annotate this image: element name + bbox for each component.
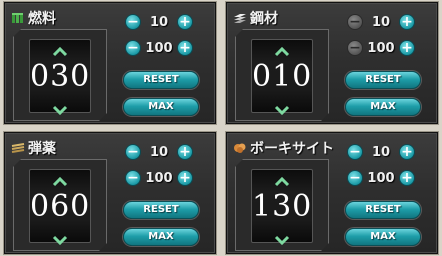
counter-value: 130 (252, 189, 313, 224)
step-row-100: − 100 + (125, 39, 193, 57)
minus-10-button[interactable]: − (125, 144, 141, 160)
minus-icon: − (349, 40, 361, 56)
minus-icon: − (349, 144, 361, 160)
minus-icon: − (349, 170, 361, 186)
minus-10-button[interactable]: − (347, 14, 363, 30)
bauxite-icon (233, 142, 247, 154)
plus-icon: + (401, 144, 413, 160)
plus-10-button[interactable]: + (177, 144, 193, 160)
fuel-icon (11, 12, 25, 24)
panel-title-text: ボーキサイト (250, 141, 334, 157)
panel-bauxite: ボーキサイト 130 − 10 + − 100 + RESET MAX (226, 132, 438, 254)
step-row-10: − 10 + (347, 13, 415, 31)
panel-ammo: 弾薬 060 − 10 + − 100 + RESET MAX (4, 132, 216, 254)
plus-100-button[interactable]: + (399, 170, 415, 186)
counter-value: 060 (30, 189, 91, 224)
plus-10-button[interactable]: + (399, 144, 415, 160)
step-row-10: − 10 + (125, 143, 193, 161)
minus-100-button[interactable]: − (125, 40, 141, 56)
plus-icon: + (401, 14, 413, 30)
minus-icon: − (127, 14, 139, 30)
plus-10-button[interactable]: + (399, 14, 415, 30)
step-label: 10 (371, 144, 391, 160)
counter-display: 060 (29, 169, 91, 246)
plus-icon: + (179, 170, 191, 186)
minus-icon: − (349, 14, 361, 30)
counter-value: 010 (252, 59, 313, 94)
counter-display: 130 (251, 169, 313, 246)
plus-100-button[interactable]: + (399, 40, 415, 56)
increase-arrow-icon[interactable] (274, 172, 290, 187)
max-button[interactable]: MAX (345, 98, 421, 116)
step-row-100: − 100 + (347, 39, 415, 57)
decrease-arrow-icon[interactable] (274, 100, 290, 116)
step-label: 10 (149, 14, 169, 30)
minus-100-button[interactable]: − (347, 170, 363, 186)
max-button[interactable]: MAX (345, 228, 421, 246)
step-label: 100 (367, 40, 395, 56)
panel-title: 燃料 (11, 9, 56, 27)
counter-display: 010 (251, 39, 313, 116)
step-row-10: − 10 + (125, 13, 193, 31)
panel-title-text: 燃料 (28, 11, 56, 27)
panel-title: 鋼材 (233, 9, 278, 27)
panel-steel: 鋼材 010 − 10 + − 100 + RESET MAX (226, 2, 438, 124)
ammo-icon (11, 142, 25, 154)
plus-10-button[interactable]: + (177, 14, 193, 30)
plus-icon: + (179, 144, 191, 160)
panel-fuel: 燃料 030 − 10 + − 100 + RESET MAX (4, 2, 216, 124)
minus-icon: − (127, 170, 139, 186)
minus-100-button[interactable]: − (347, 40, 363, 56)
minus-10-button[interactable]: − (125, 14, 141, 30)
step-row-10: − 10 + (347, 143, 415, 161)
increase-arrow-icon[interactable] (52, 172, 68, 187)
decrease-arrow-icon[interactable] (274, 230, 290, 246)
reset-button[interactable]: RESET (123, 71, 199, 89)
minus-10-button[interactable]: − (347, 144, 363, 160)
reset-button[interactable]: RESET (345, 71, 421, 89)
plus-icon: + (179, 14, 191, 30)
plus-icon: + (401, 170, 413, 186)
decrease-arrow-icon[interactable] (52, 100, 68, 116)
step-row-100: − 100 + (125, 169, 193, 187)
plus-100-button[interactable]: + (177, 170, 193, 186)
step-label: 10 (149, 144, 169, 160)
increase-arrow-icon[interactable] (52, 42, 68, 57)
counter-display: 030 (29, 39, 91, 116)
step-label: 100 (367, 170, 395, 186)
step-label: 10 (371, 14, 391, 30)
plus-icon: + (179, 40, 191, 56)
decrease-arrow-icon[interactable] (52, 230, 68, 246)
minus-icon: − (127, 144, 139, 160)
minus-100-button[interactable]: − (125, 170, 141, 186)
step-label: 100 (145, 40, 173, 56)
plus-100-button[interactable]: + (177, 40, 193, 56)
panel-title: ボーキサイト (233, 139, 334, 157)
reset-button[interactable]: RESET (345, 201, 421, 219)
panel-title-text: 鋼材 (250, 11, 278, 27)
increase-arrow-icon[interactable] (274, 42, 290, 57)
panel-title: 弾薬 (11, 139, 56, 157)
resource-grid: 燃料 030 − 10 + − 100 + RESET MAX 鋼材 010 −… (0, 0, 442, 256)
panel-title-text: 弾薬 (28, 141, 56, 157)
step-label: 100 (145, 170, 173, 186)
counter-value: 030 (30, 59, 91, 94)
minus-icon: − (127, 40, 139, 56)
max-button[interactable]: MAX (123, 98, 199, 116)
max-button[interactable]: MAX (123, 228, 199, 246)
steel-icon (233, 12, 247, 24)
plus-icon: + (401, 40, 413, 56)
reset-button[interactable]: RESET (123, 201, 199, 219)
step-row-100: − 100 + (347, 169, 415, 187)
